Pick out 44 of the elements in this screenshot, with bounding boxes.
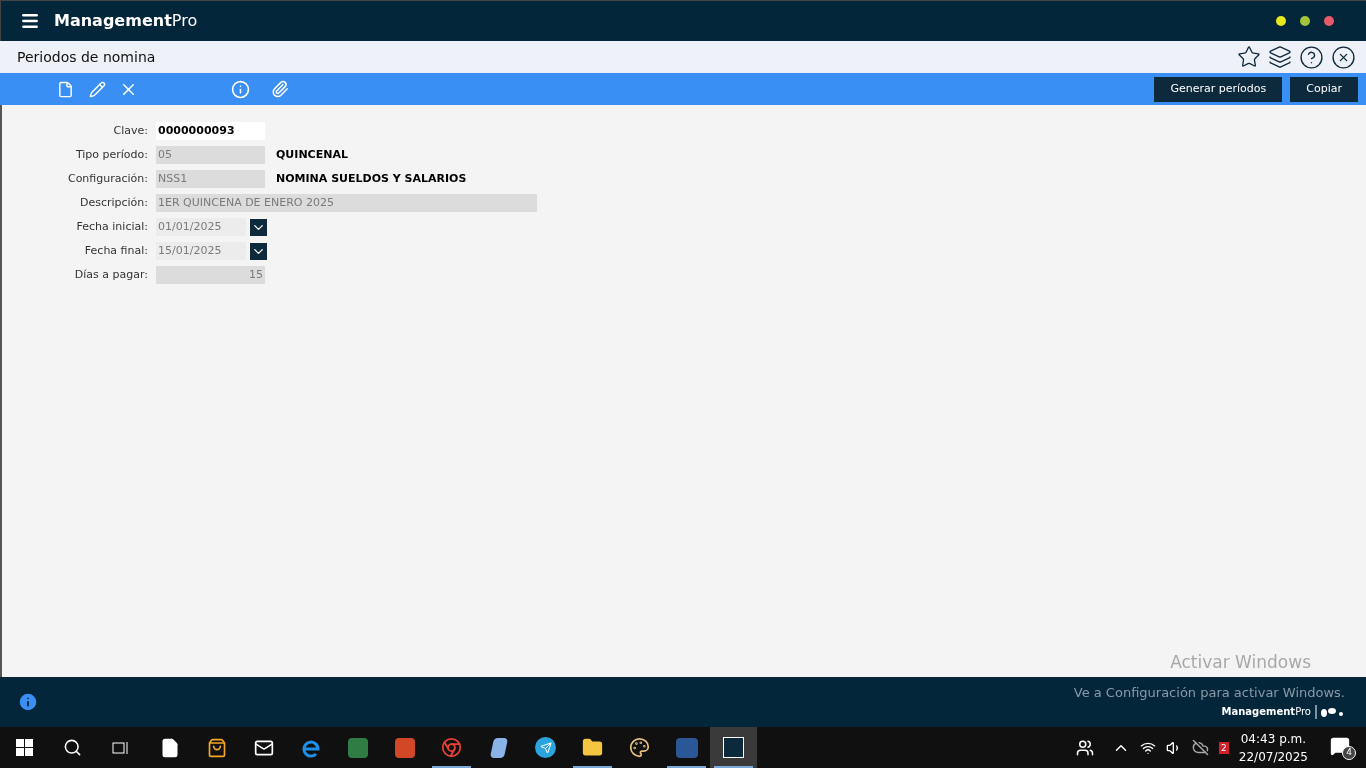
input-field[interactable]: 1ER QUINCENA DE ENERO 2025 bbox=[156, 194, 537, 212]
task-view-icon[interactable] bbox=[112, 739, 130, 756]
footer-logo: ManagementPro bbox=[1221, 705, 1311, 720]
field-label: Fecha inicial: bbox=[75, 218, 149, 235]
search-icon[interactable] bbox=[63, 738, 82, 757]
page-title: Periodos de nomina bbox=[17, 47, 156, 67]
edit-pencil-icon[interactable] bbox=[89, 80, 106, 98]
logo-mark-icon bbox=[1315, 704, 1345, 719]
dropdown-button[interactable] bbox=[250, 242, 267, 260]
cloud-off-icon[interactable] bbox=[1192, 739, 1210, 756]
dropdown-button[interactable] bbox=[250, 218, 267, 236]
menu-icon[interactable] bbox=[20, 11, 40, 31]
toolbar-button[interactable]: Generar períodos bbox=[1154, 76, 1283, 102]
date-field[interactable]: 01/01/2025 bbox=[156, 218, 246, 236]
detail-text: NOMINA SUELDOS Y SALARIOS bbox=[276, 170, 467, 187]
input-field[interactable]: NSS1 bbox=[156, 170, 265, 188]
input-field[interactable]: 15 bbox=[156, 266, 265, 284]
field-label: Clave: bbox=[112, 122, 149, 139]
field-label: Días a pagar: bbox=[73, 266, 149, 283]
help-icon[interactable] bbox=[1299, 44, 1324, 70]
layers-icon[interactable] bbox=[1268, 45, 1292, 69]
field-label: Fecha final: bbox=[83, 242, 149, 259]
app-logo: ManagementPro bbox=[54, 10, 198, 32]
attachment-icon[interactable] bbox=[271, 80, 289, 98]
tray-badge[interactable]: 2 bbox=[1219, 741, 1229, 754]
field-label: Tipo período: bbox=[74, 146, 149, 163]
favorite-star-icon[interactable] bbox=[1237, 45, 1261, 69]
taskbar-app-icon[interactable] bbox=[710, 727, 757, 768]
new-document-icon[interactable] bbox=[57, 80, 74, 98]
date-field[interactable]: 15/01/2025 bbox=[156, 242, 246, 260]
close-icon[interactable] bbox=[1331, 44, 1356, 70]
clock-date[interactable]: 22/07/2025 bbox=[1238, 747, 1308, 766]
input-field[interactable]: 0000000093 bbox=[156, 122, 265, 140]
field-label: Descripción: bbox=[78, 194, 149, 211]
input-field[interactable]: 05 bbox=[156, 146, 265, 164]
toolbar-button[interactable]: Copiar bbox=[1290, 76, 1358, 102]
start-icon[interactable] bbox=[16, 739, 33, 756]
people-icon[interactable] bbox=[1076, 738, 1095, 757]
detail-text: QUINCENAL bbox=[276, 146, 348, 163]
activation-message: Ve a Configuración para activar Windows. bbox=[1073, 683, 1345, 702]
info-icon[interactable] bbox=[17, 691, 39, 713]
activation-title: Activar Windows bbox=[1170, 650, 1311, 674]
clock-time[interactable]: 04:43 p.m. bbox=[1240, 729, 1307, 748]
field-label: Configuración: bbox=[66, 170, 149, 187]
